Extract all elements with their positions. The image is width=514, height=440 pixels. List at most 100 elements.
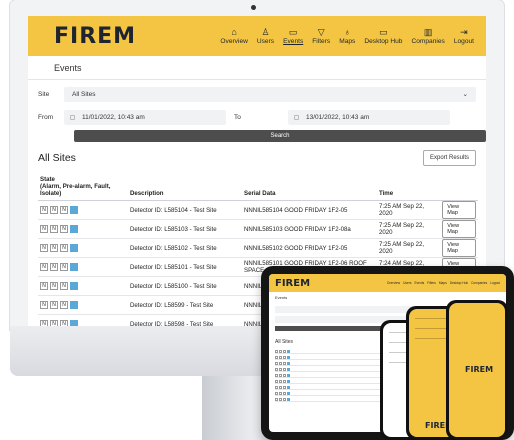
tablet-nav-bar: FIREM Overview Users Events Filters Maps Desk… (269, 274, 506, 292)
view-map-button[interactable]: View Map (442, 239, 476, 257)
state-toggle[interactable]: N (40, 282, 48, 290)
tablet-state-toggle (287, 391, 290, 395)
description-cell: Detector ID: L585104 - Test Site (128, 200, 242, 220)
state-toggle[interactable]: N (40, 206, 48, 214)
state-toggle[interactable] (70, 225, 78, 233)
state-toggle[interactable]: N (60, 225, 68, 233)
state-indicators: NNN (40, 263, 126, 271)
webcam-icon (251, 5, 256, 10)
state-toggle[interactable]: N (60, 244, 68, 252)
tablet-state-toggle (287, 379, 290, 383)
from-date-value: 11/01/2022, 10:43 am (82, 113, 145, 121)
tablet-state-toggle (287, 397, 290, 401)
tablet-state-toggle (279, 379, 282, 383)
tablet-state-toggle (275, 397, 278, 401)
state-toggle[interactable]: N (40, 263, 48, 271)
tablet-state-toggle (287, 355, 290, 359)
tablet-nav-item: Users (403, 281, 412, 285)
tablet-state-toggle (283, 379, 286, 383)
nav-item-label: Companies (411, 38, 445, 45)
state-toggle[interactable]: N (40, 225, 48, 233)
state-toggle[interactable] (70, 282, 78, 290)
state-toggle[interactable]: N (50, 206, 58, 214)
state-toggle[interactable]: N (60, 282, 68, 290)
state-header-label: State (40, 176, 55, 183)
page-title: Events (54, 62, 82, 73)
export-results-button[interactable]: Export Results (422, 150, 476, 166)
view-map-button[interactable]: View Map (442, 201, 476, 219)
state-toggle[interactable]: N (60, 301, 68, 309)
state-toggle[interactable]: N (40, 244, 48, 252)
state-cell: NNN (38, 257, 128, 277)
users-icon: ♙ (261, 27, 270, 37)
state-toggle[interactable]: N (40, 320, 48, 326)
state-toggle[interactable]: N (50, 244, 58, 252)
laptop-icon: ▭ (379, 27, 388, 37)
results-header: All Sites Export Results (28, 142, 486, 166)
nav-item-companies[interactable]: ▥ Companies (411, 27, 444, 45)
state-toggle[interactable]: N (60, 263, 68, 271)
action-header (440, 174, 478, 201)
state-toggle[interactable]: N (50, 320, 58, 326)
main-nav: ⌂ Overview ♙ Users ▭ Events ▽ Filters ♁ Maps ▭ Desk… (220, 27, 474, 45)
tablet-state-toggle (279, 349, 282, 353)
state-toggle[interactable]: N (60, 320, 68, 326)
action-cell: View Map (440, 200, 478, 220)
device-mockup-scene: FIREM ⌂ Overview ♙ Users ▭ Events ▽ Filters ♁ Map… (0, 0, 514, 440)
action-cell: View Map (440, 219, 478, 239)
tablet-nav-item: Companies (471, 281, 488, 285)
search-button[interactable]: Search (74, 130, 486, 142)
nav-item-label: Filters (312, 38, 331, 45)
nav-item-users[interactable]: ♙ Users (257, 27, 274, 45)
from-date-input[interactable]: 11/01/2022, 10:43 am (64, 109, 226, 125)
state-indicators: NNN (40, 282, 126, 290)
state-toggle[interactable] (70, 320, 78, 326)
table-row[interactable]: N N N Detector ID: L585103 - Test Site NNNIL… (38, 219, 478, 239)
app-logo[interactable]: FIREM (54, 24, 136, 49)
tablet-state-toggle (287, 361, 290, 365)
state-indicators: NNN (40, 225, 126, 233)
tablet-state-toggle (279, 397, 282, 401)
state-toggle[interactable] (70, 244, 78, 252)
tablet-state-toggle (279, 373, 282, 377)
nav-item-overview[interactable]: ⌂ Overview (220, 27, 247, 45)
table-row[interactable]: N N N Detector ID: L585104 - Test Site NNNIL… (38, 200, 478, 220)
time-cell: 7:25 AM Sep 22, 2020 (377, 219, 441, 239)
tablet-state-toggle (275, 367, 278, 371)
state-toggle[interactable]: N (60, 206, 68, 214)
state-toggle[interactable] (70, 206, 78, 214)
serial-header: Serial Data (242, 174, 377, 201)
tablet-state-toggle (287, 385, 290, 389)
state-toggle[interactable]: N (50, 225, 58, 233)
state-toggle[interactable] (70, 263, 78, 271)
tablet-state-toggle (279, 355, 282, 359)
state-toggle[interactable]: N (40, 301, 48, 309)
state-toggle[interactable]: N (50, 263, 58, 271)
table-row[interactable]: N N N Detector ID: L585102 - Test Site NNNIL… (38, 238, 478, 258)
nav-item-filters[interactable]: ▽ Filters (312, 27, 330, 45)
table-header-row: State (Alarm, Pre-alarm, Fault, Isolate)… (38, 174, 478, 201)
tablet-state-toggle (275, 379, 278, 383)
state-toggle[interactable]: N (50, 301, 58, 309)
page-title-bar: Events (28, 56, 486, 80)
nav-item-maps[interactable]: ♁ Maps (339, 27, 355, 45)
calendar-icon (294, 114, 299, 120)
nav-item-events[interactable]: ▭ Events (283, 27, 303, 45)
description-cell: Detector ID: L585101 - Test Site (128, 257, 242, 277)
tablet-nav-item: Maps (438, 281, 447, 285)
nav-item-label: Logout (453, 38, 474, 45)
state-toggle[interactable]: N (50, 282, 58, 290)
nav-item-logout[interactable]: ⇥ Logout (454, 27, 474, 45)
tablet-nav-item: Desktop Hub (449, 281, 469, 285)
to-date-value: 13/01/2022, 10:43 am (306, 113, 370, 121)
logout-icon: ⇥ (460, 27, 468, 37)
nav-item-desktop-hub[interactable]: ▭ Desktop Hub (364, 27, 402, 45)
view-map-button[interactable]: View Map (442, 220, 476, 238)
state-toggle[interactable] (70, 301, 78, 309)
site-select[interactable]: All Sites ⌄ (64, 86, 476, 102)
tablet-state-toggle (287, 373, 290, 377)
to-date-input[interactable]: 13/01/2022, 10:43 am (288, 109, 450, 125)
tablet-state-toggle (279, 361, 282, 365)
tablet-state-toggle (275, 373, 278, 377)
filter-icon: ▽ (317, 27, 325, 37)
